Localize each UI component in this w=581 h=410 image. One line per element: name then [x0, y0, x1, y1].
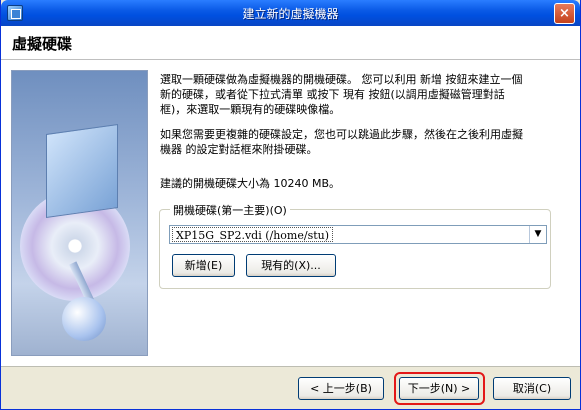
existing-disk-button[interactable]: 現有的(X)... [246, 254, 336, 277]
new-disk-button[interactable]: 新增(E) [172, 254, 235, 277]
wizard-content: 選取一顆硬碟做為虛擬機器的開機硬碟。 您可以利用 新增 按鈕來建立一個 新的硬碟… [1, 60, 580, 366]
cube-image [46, 123, 118, 219]
wizard-window: 建立新的虛擬機器 × 虛擬硬碟 選取一顆硬碟做為虛擬機器的開機硬碟。 您可以利用… [0, 0, 581, 410]
boot-disk-selected-value: XP15G_SP2.vdi (/home/stu) [172, 227, 334, 242]
recommended-size-text: 建議的開機硬碟大小為 10240 MB。 [160, 177, 341, 190]
back-button[interactable]: < 上一步(B) [298, 377, 384, 400]
next-button[interactable]: 下一步(N) > [399, 377, 479, 400]
boot-disk-group: 開機硬碟(第一主要)(O) XP15G_SP2.vdi (/home/stu) … [159, 202, 551, 289]
advanced-line-1: 如果您需要更複雜的硬碟設定，您也可以跳過此步驟，然後在之後利用虛擬 [160, 128, 523, 141]
close-button[interactable]: × [554, 3, 575, 24]
advanced-line-2: 機器 的設定對話框來附掛硬碟。 [160, 143, 318, 156]
advanced-paragraph: 如果您需要更複雜的硬碟設定，您也可以跳過此步驟，然後在之後利用虛擬 機器 的設定… [160, 127, 560, 157]
wizard-header: 虛擬硬碟 [1, 26, 580, 60]
boot-disk-legend: 開機硬碟(第一主要)(O) [170, 202, 290, 218]
chevron-down-icon[interactable]: ▼ [529, 226, 546, 243]
window-title: 建立新的虛擬機器 [242, 7, 339, 21]
description-line-3: 框)，來選取一顆現有的硬碟映像檔。 [160, 103, 341, 116]
wizard-illustration [11, 70, 148, 356]
page-title: 虛擬硬碟 [12, 35, 73, 53]
boot-disk-select[interactable]: XP15G_SP2.vdi (/home/stu) ▼ [169, 225, 547, 244]
wizard-footer: < 上一步(B) 下一步(N) > 取消(C) [1, 366, 580, 409]
title-bar[interactable]: 建立新的虛擬機器 × [1, 0, 580, 26]
description-line-2: 新的硬碟，或者從下拉式清單 或按下 現有 按鈕(以調用虛擬磁管理對話 [160, 88, 505, 101]
description-line-1: 選取一顆硬碟做為虛擬機器的開機硬碟。 您可以利用 新增 按鈕來建立一個 [160, 73, 523, 86]
description-paragraph: 選取一顆硬碟做為虛擬機器的開機硬碟。 您可以利用 新增 按鈕來建立一個 新的硬碟… [160, 72, 560, 117]
ball-image [62, 297, 106, 341]
cancel-button[interactable]: 取消(C) [493, 377, 571, 400]
